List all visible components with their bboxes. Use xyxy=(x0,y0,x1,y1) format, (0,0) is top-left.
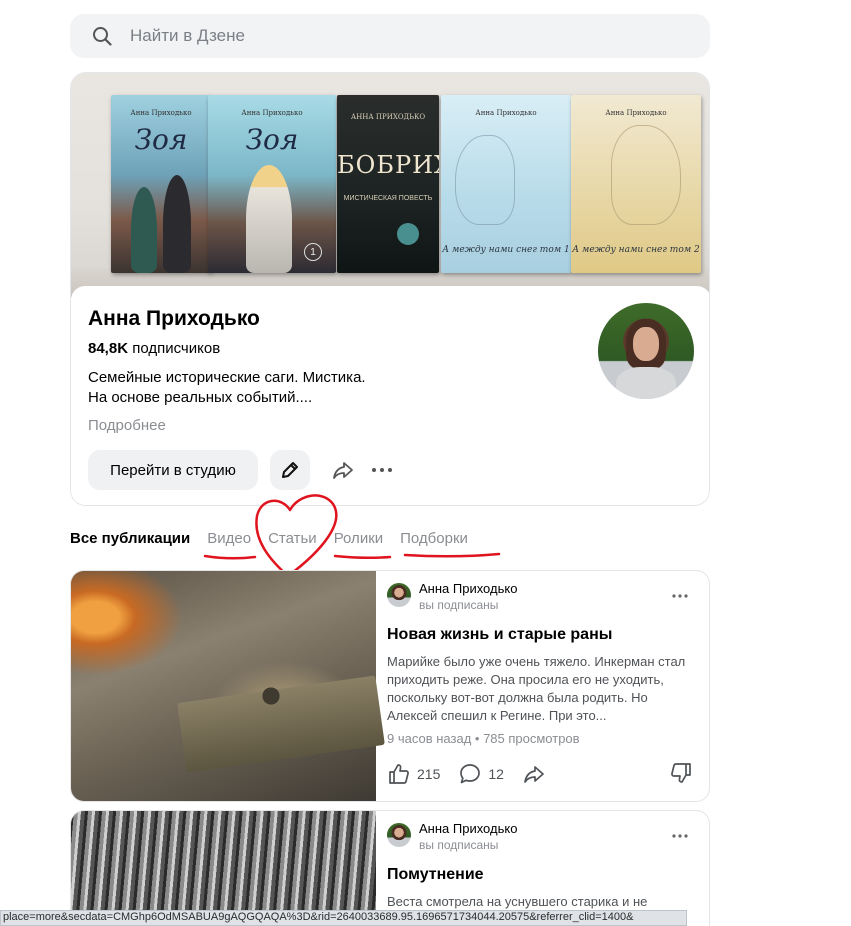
book-author: Анна Приходько xyxy=(605,109,667,117)
channel-cover-image: Анна Приходько Зоя Анна Приходько Зоя 1 … xyxy=(71,73,709,298)
thumbs-down-icon xyxy=(671,763,691,783)
description-line: Семейные исторические саги. Мистика. xyxy=(88,369,366,386)
book-subtitle: МИСТИЧЕСКАЯ ПОВЕСТЬ xyxy=(343,195,433,202)
post-views: 785 просмотров xyxy=(483,731,580,746)
more-link[interactable]: Подробнее xyxy=(88,417,166,434)
author-avatar[interactable] xyxy=(387,583,411,607)
book-title: Зоя xyxy=(134,123,188,156)
channel-avatar[interactable] xyxy=(598,303,694,399)
volume-badge: 1 xyxy=(304,243,322,261)
book-author: АННА ПРИХОДЬКО xyxy=(350,113,426,121)
book-author: Анна Приходько xyxy=(475,109,537,117)
post-card[interactable]: Анна Приходько вы подписаны Новая жизнь … xyxy=(70,570,710,802)
search-icon xyxy=(93,27,112,46)
post-thumbnail[interactable] xyxy=(71,811,376,926)
publication-tabs: Все публикации Видео Статьи Ролики Подбо… xyxy=(70,530,485,554)
subscription-status: вы подписаны xyxy=(419,838,499,852)
post-actions: 215 12 xyxy=(387,761,697,787)
more-dots-icon xyxy=(672,834,688,838)
book-cover-zoya-vol1: Анна Приходько Зоя 1 xyxy=(208,95,336,273)
subscriber-number: 84,8K xyxy=(88,340,129,357)
share-icon xyxy=(524,766,544,783)
post-title[interactable]: Помутнение xyxy=(387,866,484,884)
book-author: Анна Приходько xyxy=(130,109,192,117)
channel-info: Анна Приходько 84,8K подписчиков Семейны… xyxy=(71,286,709,505)
like-button[interactable]: 215 xyxy=(387,762,440,786)
tab-video[interactable]: Видео xyxy=(207,530,251,554)
share-icon xyxy=(333,462,353,479)
pencil-icon xyxy=(282,462,298,478)
more-dots-icon xyxy=(672,594,688,598)
post-excerpt: Веста смотрела на уснувшего старика и не xyxy=(387,894,648,909)
book-title: Зоя xyxy=(245,123,299,156)
subscriber-count: 84,8K подписчиков xyxy=(88,340,220,357)
book-author: Анна Приходько xyxy=(241,109,303,117)
post-meta: 9 часов назад • 785 просмотров xyxy=(387,731,580,746)
description-line: На основе реальных событий.... xyxy=(88,389,313,406)
subscriber-label: подписчиков xyxy=(132,340,221,357)
book-title: А между нами снег том 1 xyxy=(442,245,570,255)
search-bar[interactable]: Найти в Дзене xyxy=(70,14,710,58)
post-title[interactable]: Новая жизнь и старые раны xyxy=(387,626,612,644)
post-share-button[interactable] xyxy=(522,762,552,786)
author-name[interactable]: Анна Приходько xyxy=(419,581,517,596)
tab-articles[interactable]: Статьи xyxy=(268,530,317,554)
like-count: 215 xyxy=(417,766,441,782)
book-title: БОБРИХА xyxy=(337,151,439,179)
post-more-button[interactable] xyxy=(672,825,688,843)
book-cover-zoya: Анна Приходько Зоя xyxy=(111,95,211,273)
thumbs-up-icon xyxy=(389,764,409,784)
more-options-button[interactable] xyxy=(362,450,402,490)
author-name[interactable]: Анна Приходько xyxy=(419,821,517,836)
channel-description: Семейные исторические саги. Мистика. На … xyxy=(88,368,508,408)
post-card[interactable]: Анна Приходько вы подписаны Помутнение В… xyxy=(70,810,710,926)
edit-button[interactable] xyxy=(270,450,310,490)
channel-name: Анна Приходько xyxy=(88,307,260,330)
subscription-status: вы подписаны xyxy=(419,598,499,612)
book-cover-bobrikha: АННА ПРИХОДЬКО БОБРИХА МИСТИЧЕСКАЯ ПОВЕС… xyxy=(337,95,439,273)
comment-icon xyxy=(460,764,481,784)
comment-button[interactable]: 12 xyxy=(458,762,504,786)
dislike-button[interactable] xyxy=(669,761,699,785)
post-thumbnail[interactable] xyxy=(71,571,385,801)
tab-shorts[interactable]: Ролики xyxy=(334,530,383,554)
tab-all-publications[interactable]: Все публикации xyxy=(70,530,190,554)
post-time: 9 часов назад xyxy=(387,731,472,746)
share-button[interactable] xyxy=(323,450,363,490)
book-cover-snow-vol1: Анна Приходько А между нами снег том 1 xyxy=(441,95,571,273)
tab-collections[interactable]: Подборки xyxy=(400,530,468,554)
comment-count: 12 xyxy=(488,766,504,782)
post-excerpt: Марийке было уже очень тяжело. Инкерман … xyxy=(387,654,686,723)
book-title: А между нами снег том 2 xyxy=(572,245,700,255)
browser-status-url: place=more&secdata=CMGhp6OdMSABUA9gAQGQA… xyxy=(0,910,687,926)
more-dots-icon xyxy=(372,468,392,472)
go-to-studio-button[interactable]: Перейти в студию xyxy=(88,450,258,490)
author-avatar[interactable] xyxy=(387,823,411,847)
search-input[interactable]: Найти в Дзене xyxy=(130,26,245,46)
book-cover-snow-vol2: Анна Приходько А между нами снег том 2 xyxy=(571,95,701,273)
channel-header: Анна Приходько Зоя Анна Приходько Зоя 1 … xyxy=(70,72,710,506)
post-more-button[interactable] xyxy=(672,585,688,603)
